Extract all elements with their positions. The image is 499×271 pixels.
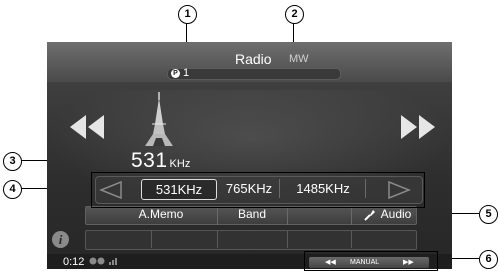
callout-2: 2	[285, 5, 304, 24]
function-divider	[351, 206, 352, 225]
auto-memo-button[interactable]: A.Memo	[85, 206, 237, 223]
callout-4: 4	[3, 180, 22, 199]
frequency-value: 531	[131, 149, 168, 172]
text-row-divider	[151, 231, 152, 248]
preset-highlight-box	[91, 172, 425, 208]
audio-button[interactable]: Audio	[377, 206, 415, 223]
preset-number: 1	[183, 67, 190, 79]
text-row-divider	[351, 231, 352, 248]
connection-status-icons	[89, 256, 129, 268]
radio-tower-icon	[143, 90, 175, 148]
callout-1: 1	[178, 5, 197, 24]
rewind-icon[interactable]	[69, 113, 105, 141]
frequency-display: 531 KHz	[131, 149, 190, 173]
text-info-row	[85, 230, 417, 250]
info-icon[interactable]: i	[52, 231, 69, 248]
band-button[interactable]: Band	[217, 206, 287, 223]
function-divider	[287, 206, 288, 225]
radio-screen: Radio MW P 1 531 KHz 531KHz 765KHz 1485KH…	[47, 42, 452, 269]
fast-forward-icon[interactable]	[400, 113, 436, 141]
source-title: Radio	[235, 51, 272, 67]
preset-badge: P	[171, 69, 180, 78]
frequency-unit: KHz	[169, 158, 191, 170]
preset-indicator-bar	[167, 68, 341, 80]
band-indicator: MW	[289, 53, 309, 65]
callout-3: 3	[3, 152, 22, 171]
clock: 0:12	[63, 256, 85, 268]
seek-highlight-box	[304, 251, 438, 271]
text-row-divider	[287, 231, 288, 248]
wrench-icon	[364, 208, 376, 221]
text-row-divider	[217, 231, 218, 248]
callout-5: 5	[479, 205, 498, 224]
callout-6: 6	[479, 250, 498, 269]
